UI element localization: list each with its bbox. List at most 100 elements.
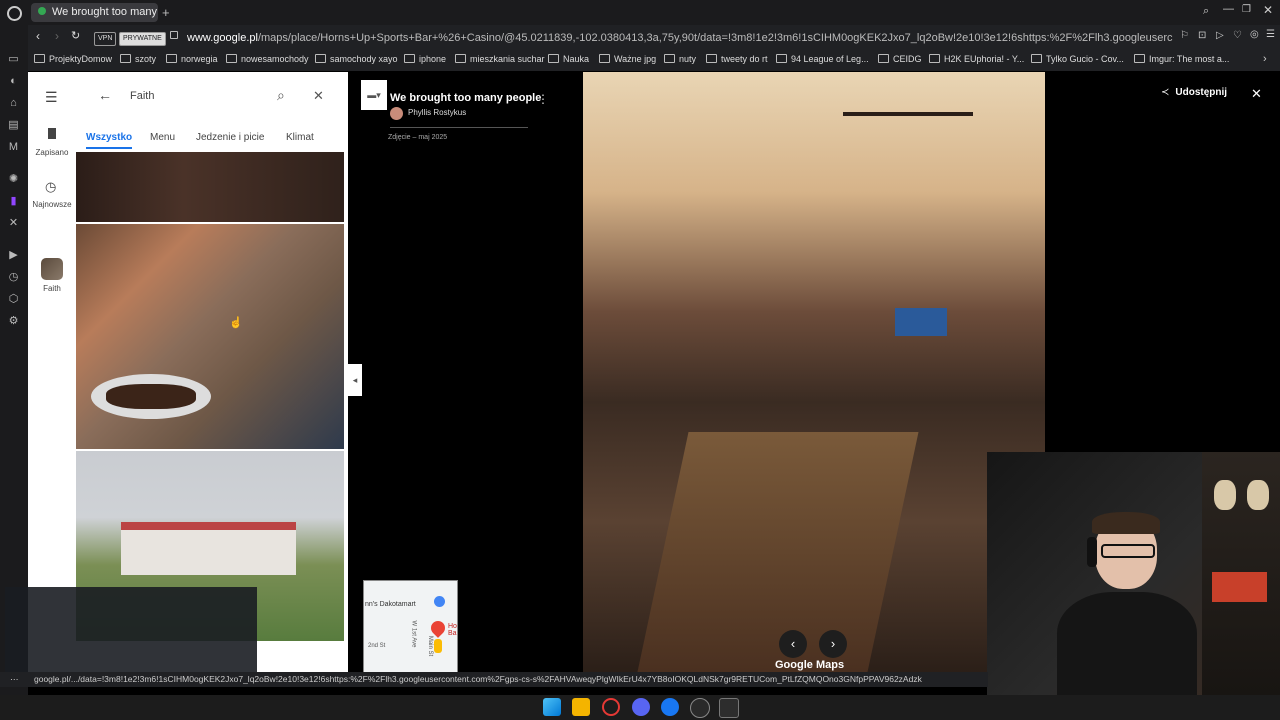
bookmark-item[interactable]: Tylko Gucio - Cov...	[1031, 54, 1124, 64]
share-label: Udostępnij	[1175, 87, 1228, 98]
photo-thumbnail[interactable]	[76, 152, 344, 222]
bookmarks-bar: ProjektyDomow szoty norwegia nowesamocho…	[28, 50, 1280, 71]
player-icon[interactable]: ▶	[7, 249, 20, 262]
browser-tab[interactable]: We brought too many peo	[31, 3, 158, 22]
photo-thumbnail[interactable]: ☝	[76, 224, 344, 449]
opera-icon[interactable]	[602, 698, 620, 716]
bookmark-item[interactable]: nowesamochody	[226, 54, 309, 64]
minimap[interactable]: nn's Dakotamart W 1st Ave Main St 2nd St…	[363, 580, 458, 674]
webcam-overlay	[987, 452, 1280, 695]
street-label: 2nd St	[368, 643, 386, 649]
settings-icon[interactable]: ⚙	[7, 315, 20, 328]
back-arrow-icon[interactable]: ←	[98, 87, 112, 103]
bookmark-item[interactable]: Imgur: The most a...	[1134, 54, 1229, 64]
bookmark-item[interactable]: Ważne jpg	[599, 54, 656, 64]
tab-vibe[interactable]: Klimat	[286, 132, 314, 143]
bar-table	[637, 432, 919, 672]
bookmark-item[interactable]: H2K EUphoria! - Y...	[929, 54, 1024, 64]
bookmark-icon[interactable]: ⚐	[1180, 30, 1189, 41]
aria-icon[interactable]: ◐	[7, 75, 20, 88]
profile-icon[interactable]: ◎	[1250, 29, 1259, 40]
taskbar	[0, 695, 1280, 720]
more-options-icon[interactable]: ⋮	[537, 92, 549, 106]
crypto-wallet-icon[interactable]: ⌂	[7, 97, 20, 110]
steam-icon[interactable]	[690, 698, 710, 718]
saved-icon[interactable]	[48, 128, 56, 139]
vpn-badge[interactable]: VPN	[94, 32, 117, 46]
bookmark-item[interactable]: ProjektyDomow	[34, 54, 112, 64]
messenger-icon[interactable]: ▤	[7, 119, 20, 132]
bookmark-item[interactable]: samochody xayo	[315, 54, 398, 64]
previous-photo-button[interactable]: ‹	[779, 630, 807, 658]
restore-button[interactable]: ❐	[1242, 4, 1251, 15]
clear-search-icon[interactable]: ✕	[313, 88, 324, 104]
url-field[interactable]: www.google.pl/maps/place/Horns+Up+Sports…	[187, 29, 1173, 47]
bookmark-item[interactable]: Nauka	[548, 54, 589, 64]
extensions-icon[interactable]: ⬡	[7, 293, 20, 306]
share-button[interactable]: ≺ Udostępnij	[1161, 87, 1227, 98]
hamburger-menu-icon[interactable]: ☰	[45, 89, 58, 106]
url-path: /maps/place/Horns+Up+Sports+Bar+%26+Casi…	[257, 32, 1173, 44]
cursor-icon: ☝	[229, 317, 243, 329]
faith-label[interactable]: Faith	[28, 284, 76, 293]
bookmark-item[interactable]: mieszkania suchar	[455, 54, 545, 64]
tv-screen	[895, 308, 947, 336]
lock-icon[interactable]	[170, 31, 178, 39]
faith-thumbnail[interactable]	[41, 258, 63, 280]
close-viewer-button[interactable]: ✕	[1251, 86, 1262, 102]
saved-label[interactable]: Zapisano	[28, 148, 76, 157]
streamer	[1057, 512, 1197, 695]
next-photo-button[interactable]: ›	[819, 630, 847, 658]
search-input[interactable]: Faith	[130, 90, 154, 102]
new-tab-button[interactable]: +	[162, 5, 170, 20]
menu-icon[interactable]: ☰	[1266, 29, 1275, 40]
minimize-button[interactable]: —	[1223, 3, 1234, 15]
recent-label[interactable]: Najnowsze	[32, 200, 72, 209]
status-menu-icon[interactable]: ⋯	[10, 672, 19, 687]
heart-icon[interactable]: ♡	[1233, 30, 1242, 41]
recent-icon[interactable]: ◷	[45, 179, 56, 195]
opera-logo-icon[interactable]	[7, 6, 22, 21]
more-bookmarks-icon[interactable]: ›	[1263, 53, 1267, 65]
search-tabs-icon[interactable]: ⌕	[1203, 5, 1209, 18]
photo-date: Zdjęcie – maj 2025	[388, 134, 448, 141]
reload-icon[interactable]: ↻	[71, 29, 80, 42]
url-host: www.google.pl	[187, 32, 258, 44]
tab-food-drink[interactable]: Jedzenie i picie	[196, 132, 264, 143]
headphones	[1087, 537, 1097, 567]
private-badge: PRYWATNE	[119, 32, 166, 46]
chatgpt-icon[interactable]: ✺	[7, 173, 20, 186]
bookmark-item[interactable]: CEIDG	[878, 54, 922, 64]
play-icon[interactable]: ▷	[1216, 30, 1224, 41]
discord-icon[interactable]	[632, 698, 650, 716]
bookmark-item[interactable]: szoty	[120, 54, 156, 64]
bookmark-item[interactable]: nuty	[664, 54, 696, 64]
author-name[interactable]: Phyllis Rostykus	[408, 108, 466, 117]
bookmark-item[interactable]: tweety do rt	[706, 54, 768, 64]
file-explorer-icon[interactable]	[572, 698, 590, 716]
photo-type-icon[interactable]: ▬▾	[361, 80, 387, 110]
bookmark-item[interactable]: 94 League of Leg...	[776, 54, 869, 64]
facebook-icon[interactable]	[661, 698, 679, 716]
snapshot-icon[interactable]: ⊡	[1198, 30, 1206, 41]
close-window-button[interactable]: ✕	[1263, 3, 1273, 17]
bookmark-item[interactable]: norwegia	[166, 54, 218, 64]
author-avatar[interactable]	[390, 107, 403, 120]
tab-all[interactable]: Wszystko	[86, 132, 133, 149]
terminal-icon[interactable]	[719, 698, 739, 718]
m-icon[interactable]: M	[7, 141, 20, 154]
history-icon[interactable]: ◷	[7, 271, 20, 284]
search-icon[interactable]: ⌕	[277, 87, 285, 104]
tab-title: We brought too many peo	[52, 6, 158, 18]
tab-menu[interactable]: Menu	[150, 132, 175, 143]
speed-dial-icon[interactable]: ▭	[7, 53, 20, 66]
x-icon[interactable]: ✕	[7, 217, 20, 230]
twitch-icon[interactable]: ▮	[7, 195, 20, 208]
forward-icon[interactable]: ›	[55, 29, 59, 43]
back-icon[interactable]: ‹	[36, 29, 40, 43]
main-photo[interactable]: ‹ › Google Maps	[583, 72, 1045, 672]
collapse-panel-icon[interactable]: ◂	[348, 364, 362, 396]
bookmark-item[interactable]: iphone	[404, 54, 446, 64]
search-box[interactable]: ← Faith ⌕ ✕	[89, 80, 334, 113]
start-icon[interactable]	[543, 698, 561, 716]
